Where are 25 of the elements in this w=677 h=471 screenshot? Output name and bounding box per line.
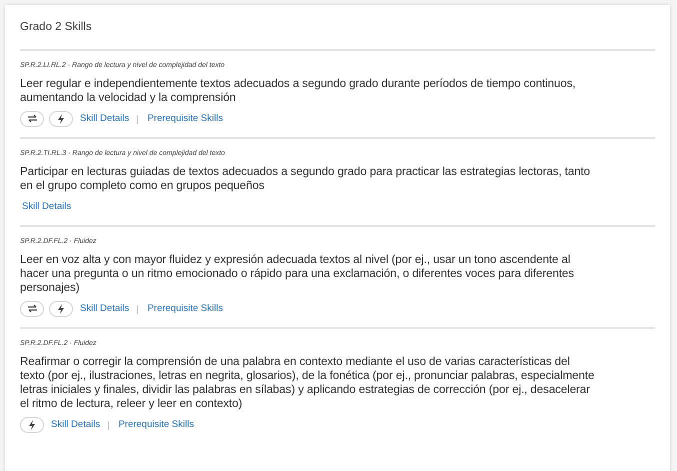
separator: |: [136, 304, 138, 314]
swap-icon: [26, 114, 38, 123]
swap-button[interactable]: [20, 110, 44, 126]
swap-icon: [26, 304, 38, 313]
bolt-button[interactable]: [20, 416, 44, 432]
skill-description: Leer regular e independientemente textos adecuados a segundo grado durante períodos de tiempo continuos, aumentando la velocidad y la comprensión: [20, 77, 577, 105]
skill-link[interactable]: Skill Details: [80, 303, 130, 314]
separator: |: [107, 420, 110, 430]
skill-link[interactable]: Skill Details: [80, 113, 130, 124]
separator: |: [136, 114, 138, 124]
skill-description: Reafirmar o corregir la comprensión de una palabra en contexto mediante el uso de varias características del texto (por ej., ilustraciones, letras en negrita, glosarios), de la fonética (por ej., pronunciar palabras, especialmente letras iniciales y finales, dividir las palabras en sílabas) y aplicando estrategias de corrección (por ej., desacelerar el ritmo de lectura, releer y leer en contexto): [20, 355, 596, 411]
skill-link[interactable]: Skill Details: [22, 201, 72, 212]
lightning-icon: [57, 304, 65, 314]
skill-description: Participar en lecturas guiadas de textos adecuados a segundo grado para practicar las estrategias lectoras, tanto en el grupo completo como en grupos pequeños: [20, 165, 592, 193]
lightning-icon: [28, 420, 36, 430]
bolt-button[interactable]: [49, 300, 73, 316]
skill-link[interactable]: Prerequisite Skills: [147, 303, 223, 314]
lightning-icon: [57, 114, 65, 124]
swap-button[interactable]: [20, 300, 44, 316]
skill-link[interactable]: Skill Details: [51, 419, 100, 430]
skill-link[interactable]: Prerequisite Skills: [118, 419, 194, 430]
skill-description: Leer en voz alta y con mayor fluidez y expresión adecuada textos al nivel (por ej., usar un tono ascendente al hacer una pregunta o un ritmo emocionado o rápido para una exclamación, o diferentes voces para diferentes personajes): [20, 253, 575, 295]
skill-link[interactable]: Prerequisite Skills: [147, 113, 223, 124]
bolt-button[interactable]: [49, 110, 73, 126]
card-title: Grado 2 Skills: [20, 20, 93, 35]
